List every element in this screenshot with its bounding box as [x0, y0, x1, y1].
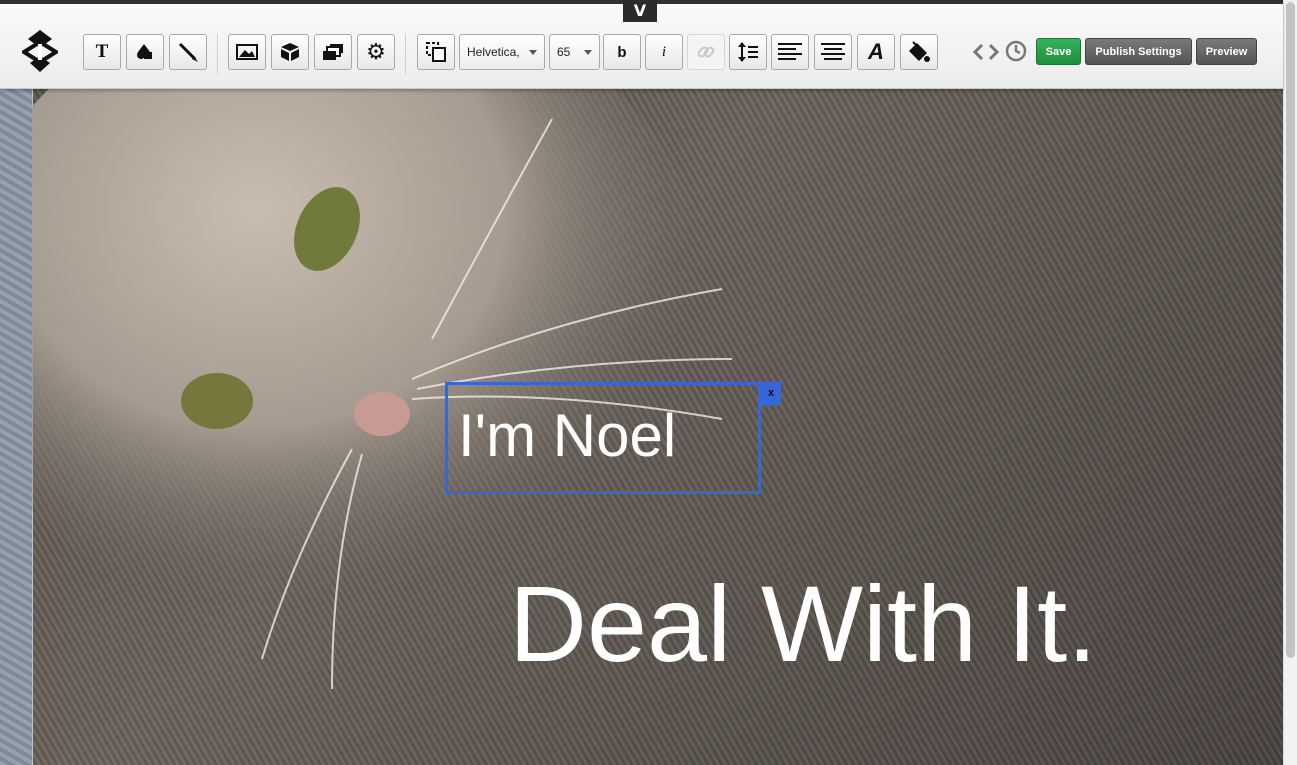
font-style-button[interactable]: A [857, 34, 895, 70]
layers-button[interactable] [314, 34, 352, 70]
image-button[interactable] [228, 34, 266, 70]
code-icon[interactable] [973, 43, 999, 61]
align-left-icon [778, 43, 802, 60]
fill-bucket-icon [909, 41, 930, 62]
align-center-icon [821, 43, 845, 60]
chevron-down-icon [529, 50, 537, 55]
widget-icon [281, 43, 299, 61]
line-height-button[interactable] [729, 34, 767, 70]
selected-text-box[interactable]: I'm Noel x [445, 382, 781, 494]
close-icon[interactable]: x [761, 382, 781, 406]
duplicate-icon [426, 42, 446, 62]
save-button[interactable]: Save [1036, 38, 1081, 65]
font-size-value: 65 [557, 45, 571, 59]
font-family-value: Helvetica, [467, 45, 520, 59]
chevron-down-icon [584, 50, 592, 55]
scrollbar-thumb[interactable] [1286, 2, 1295, 658]
text-tool-button[interactable]: T [83, 34, 121, 70]
settings-button[interactable]: ⚙ [357, 34, 395, 70]
italic-button[interactable]: i [645, 34, 683, 70]
preview-button[interactable]: Preview [1196, 38, 1257, 65]
font-style-icon: A [868, 39, 884, 64]
selected-text[interactable]: I'm Noel [458, 405, 676, 467]
headline-text[interactable]: Deal With It. [509, 564, 1097, 684]
layers-icon [323, 44, 343, 60]
toolbar-divider [217, 34, 218, 74]
bold-button[interactable]: b [603, 34, 641, 70]
text-tool-icon: T [95, 41, 109, 62]
pen-button[interactable] [169, 34, 207, 70]
image-icon [236, 44, 258, 60]
editor-canvas[interactable]: I'm Noel x Deal With It. [0, 89, 1283, 765]
font-family-select[interactable]: Helvetica, [459, 34, 545, 70]
bold-icon: b [617, 43, 627, 61]
shapes-button[interactable] [126, 34, 164, 70]
duplicate-button[interactable] [417, 34, 455, 70]
publish-settings-button[interactable]: Publish Settings [1085, 38, 1192, 65]
italic-icon: i [661, 43, 667, 60]
font-size-select[interactable]: 65 [549, 34, 600, 70]
collapse-toolbar-tab[interactable]: V [623, 0, 657, 22]
fill-color-button[interactable] [900, 34, 938, 70]
page-scrollbar[interactable] [1283, 0, 1297, 765]
pen-icon [178, 42, 198, 62]
history-icon[interactable] [1005, 40, 1027, 62]
align-left-button[interactable] [771, 34, 809, 70]
logo-icon [22, 30, 58, 72]
toolbar-divider [405, 34, 406, 74]
link-icon [697, 46, 715, 58]
link-button[interactable] [687, 34, 725, 70]
widget-button[interactable] [271, 34, 309, 70]
gear-icon: ⚙ [366, 39, 386, 65]
line-height-icon [738, 42, 758, 62]
shapes-icon [137, 44, 152, 59]
canvas-left-margin [0, 89, 33, 765]
align-center-button[interactable] [814, 34, 852, 70]
